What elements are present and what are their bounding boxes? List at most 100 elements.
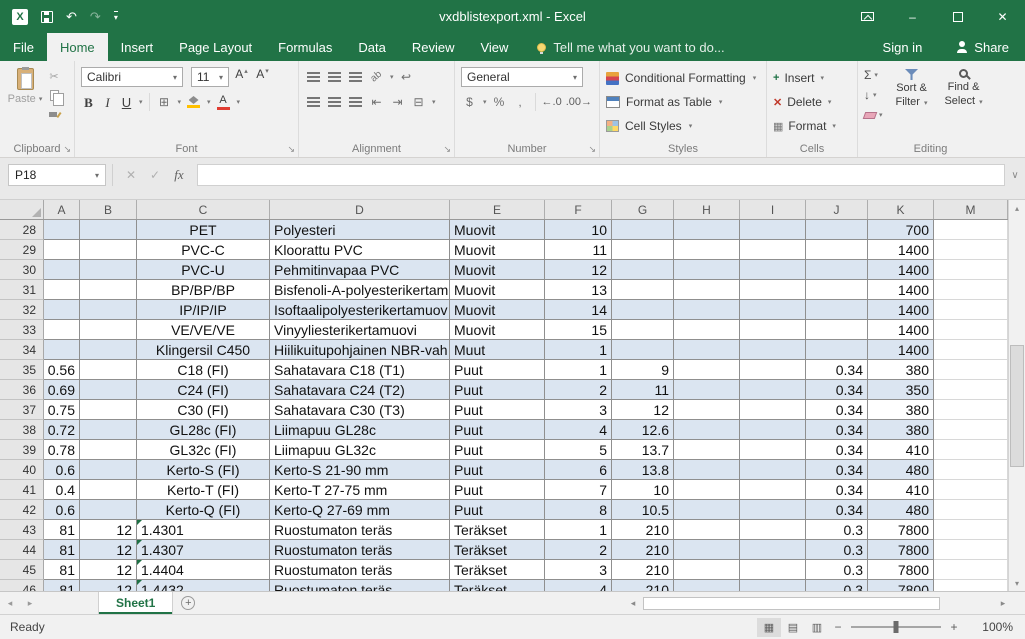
row-header-33[interactable]: 33 [0, 320, 44, 340]
cell-C38[interactable]: GL28c (FI) [137, 420, 270, 440]
cell-B37[interactable] [80, 400, 137, 420]
cell-K30[interactable]: 1400 [868, 260, 934, 280]
cell-K42[interactable]: 480 [868, 500, 934, 520]
orientation-caret-icon[interactable]: ▾ [390, 73, 394, 81]
cell-A40[interactable]: 0.6 [44, 460, 80, 480]
bottom-align-icon[interactable] [347, 68, 364, 86]
format-cells-button[interactable]: ▦ Format ▾ [773, 114, 851, 138]
cell-C36[interactable]: C24 (FI) [137, 380, 270, 400]
name-box[interactable]: P18▾ [8, 164, 106, 186]
cell-G30[interactable] [612, 260, 674, 280]
cell-F38[interactable]: 4 [545, 420, 612, 440]
cell-A28[interactable] [44, 220, 80, 240]
cell-K37[interactable]: 380 [868, 400, 934, 420]
cell-A32[interactable] [44, 300, 80, 320]
cell-H29[interactable] [674, 240, 740, 260]
cell-A37[interactable]: 0.75 [44, 400, 80, 420]
fill-color-caret-icon[interactable]: ▾ [207, 98, 211, 106]
cell-C41[interactable]: Kerto-T (FI) [137, 480, 270, 500]
cell-K32[interactable]: 1400 [868, 300, 934, 320]
row-header-36[interactable]: 36 [0, 380, 44, 400]
cell-H30[interactable] [674, 260, 740, 280]
align-left-icon[interactable] [305, 93, 322, 111]
cell-D28[interactable]: Polyesteri [270, 220, 450, 240]
cell-C44[interactable]: 1.4307 [137, 540, 270, 560]
cell-I41[interactable] [740, 480, 806, 500]
cell-C46[interactable]: 1.4432 [137, 580, 270, 591]
cell-F44[interactable]: 2 [545, 540, 612, 560]
cell-E32[interactable]: Muovit [450, 300, 545, 320]
cell-J31[interactable] [806, 280, 868, 300]
cell-I45[interactable] [740, 560, 806, 580]
cell-A35[interactable]: 0.56 [44, 360, 80, 380]
cell-D44[interactable]: Ruostumaton teräs [270, 540, 450, 560]
format-as-table-button[interactable]: Format as Table ▾ [606, 90, 760, 114]
cell-M42[interactable] [934, 500, 1008, 520]
vertical-scrollbar[interactable]: ▴ ▾ [1008, 200, 1025, 591]
cell-C39[interactable]: GL32c (FI) [137, 440, 270, 460]
row-header-32[interactable]: 32 [0, 300, 44, 320]
cell-H46[interactable] [674, 580, 740, 591]
cell-G34[interactable] [612, 340, 674, 360]
cell-J28[interactable] [806, 220, 868, 240]
cell-B41[interactable] [80, 480, 137, 500]
column-header-C[interactable]: C [137, 200, 270, 219]
cell-I42[interactable] [740, 500, 806, 520]
expand-formula-bar-icon[interactable]: ∨ [1005, 164, 1025, 186]
scroll-up-icon[interactable]: ▴ [1009, 200, 1025, 216]
cell-F28[interactable]: 10 [545, 220, 612, 240]
italic-button[interactable]: I [100, 93, 115, 111]
cell-H40[interactable] [674, 460, 740, 480]
cell-B40[interactable] [80, 460, 137, 480]
cell-C30[interactable]: PVC-U [137, 260, 270, 280]
align-right-icon[interactable] [347, 93, 364, 111]
cell-D41[interactable]: Kerto-T 27-75 mm [270, 480, 450, 500]
sheet-nav-right-icon[interactable]: ▸ [20, 592, 40, 614]
page-break-view-icon[interactable]: ▥ [805, 618, 829, 637]
cell-H43[interactable] [674, 520, 740, 540]
cell-G44[interactable]: 210 [612, 540, 674, 560]
cell-H28[interactable] [674, 220, 740, 240]
tab-data[interactable]: Data [345, 33, 398, 61]
cell-B35[interactable] [80, 360, 137, 380]
comma-style-icon[interactable]: , [512, 93, 529, 111]
column-header-E[interactable]: E [450, 200, 545, 219]
cell-E33[interactable]: Muovit [450, 320, 545, 340]
cell-G45[interactable]: 210 [612, 560, 674, 580]
cell-H41[interactable] [674, 480, 740, 500]
cell-K33[interactable]: 1400 [868, 320, 934, 340]
cell-I35[interactable] [740, 360, 806, 380]
cell-B38[interactable] [80, 420, 137, 440]
cell-G37[interactable]: 12 [612, 400, 674, 420]
tab-formulas[interactable]: Formulas [265, 33, 345, 61]
cell-H33[interactable] [674, 320, 740, 340]
cell-F37[interactable]: 3 [545, 400, 612, 420]
top-align-icon[interactable] [305, 68, 322, 86]
cell-I34[interactable] [740, 340, 806, 360]
cell-A44[interactable]: 81 [44, 540, 80, 560]
column-header-D[interactable]: D [270, 200, 450, 219]
cell-C33[interactable]: VE/VE/VE [137, 320, 270, 340]
cell-G31[interactable] [612, 280, 674, 300]
merge-center-caret-icon[interactable]: ▾ [432, 98, 436, 106]
cell-C29[interactable]: PVC-C [137, 240, 270, 260]
cell-B34[interactable] [80, 340, 137, 360]
cell-D46[interactable]: Ruostumaton teräs [270, 580, 450, 591]
fill-button[interactable]: ↓▾ [864, 86, 883, 104]
row-header-30[interactable]: 30 [0, 260, 44, 280]
cell-E38[interactable]: Puut [450, 420, 545, 440]
cell-J36[interactable]: 0.34 [806, 380, 868, 400]
cell-J45[interactable]: 0.3 [806, 560, 868, 580]
cell-C28[interactable]: PET [137, 220, 270, 240]
cell-H34[interactable] [674, 340, 740, 360]
page-layout-view-icon[interactable]: ▤ [781, 618, 805, 637]
cell-J37[interactable]: 0.34 [806, 400, 868, 420]
cell-A29[interactable] [44, 240, 80, 260]
cell-H45[interactable] [674, 560, 740, 580]
cell-J42[interactable]: 0.34 [806, 500, 868, 520]
cell-D42[interactable]: Kerto-Q 27-69 mm [270, 500, 450, 520]
select-all-button[interactable] [0, 200, 44, 219]
cell-I33[interactable] [740, 320, 806, 340]
cell-B29[interactable] [80, 240, 137, 260]
cell-B45[interactable]: 12 [80, 560, 137, 580]
